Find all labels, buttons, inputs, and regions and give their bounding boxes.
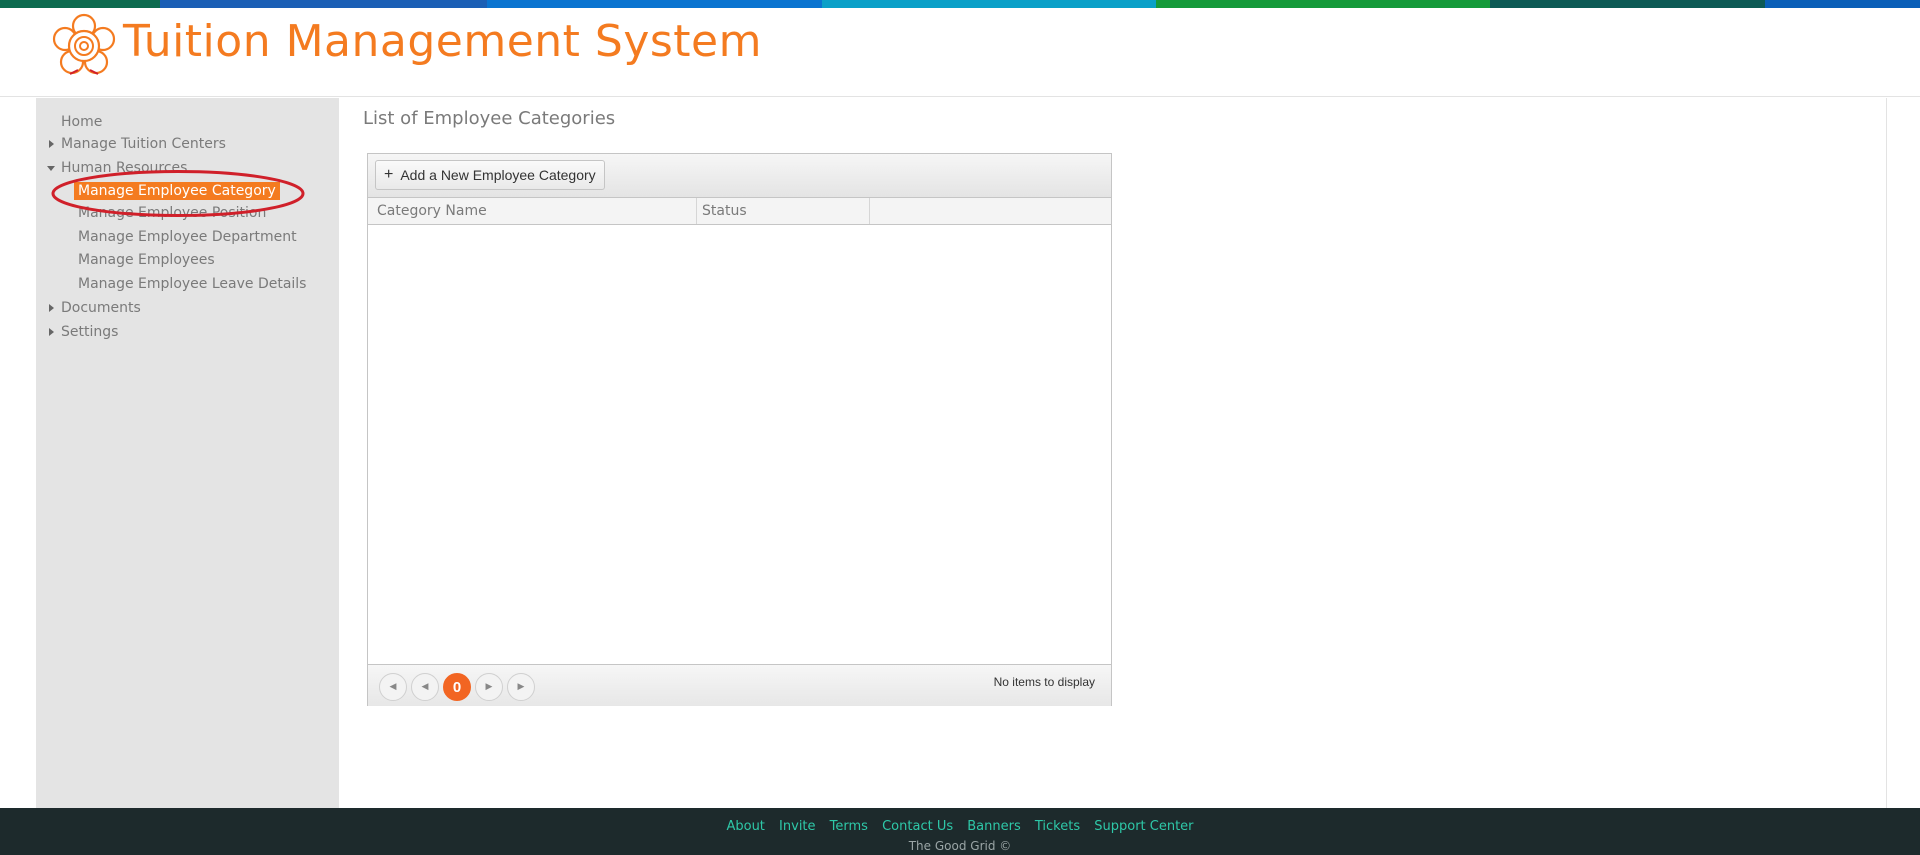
- grid-pager: ◀​ ◀ 0 ▶ ▶​ No items to display: [368, 664, 1111, 706]
- grid-toolbar: + Add a New Employee Category: [368, 154, 1111, 198]
- arrow-right-icon[interactable]: [49, 304, 54, 312]
- sidebar-item-manage-tuition-centers[interactable]: Manage Tuition Centers: [61, 136, 226, 152]
- add-button-label: Add a New Employee Category: [400, 167, 596, 183]
- footer-copyright: The Good Grid ©: [908, 839, 1012, 853]
- sidebar-item-home[interactable]: Home: [61, 114, 102, 130]
- app-title: Tuition Management System: [123, 16, 762, 67]
- arrow-right-icon[interactable]: [49, 328, 54, 336]
- footer-link-invite[interactable]: Invite: [779, 819, 815, 834]
- next-page-icon[interactable]: ▶: [475, 673, 503, 701]
- footer: About Invite Terms Contact Us Banners Ti…: [0, 808, 1920, 855]
- main-content: List of Employee Categories + Add a New …: [339, 98, 1887, 808]
- pager-current-page[interactable]: 0: [443, 673, 471, 701]
- footer-link-about[interactable]: About: [726, 819, 764, 834]
- plus-icon: +: [384, 166, 394, 183]
- sidebar-item-documents[interactable]: Documents: [61, 300, 141, 316]
- top-color-stripe: [0, 0, 1920, 8]
- sidebar-item-settings[interactable]: Settings: [61, 324, 118, 340]
- add-employee-category-button[interactable]: + Add a New Employee Category: [375, 160, 605, 190]
- prev-page-icon[interactable]: ◀: [411, 673, 439, 701]
- employee-category-grid: + Add a New Employee Category Category N…: [367, 153, 1112, 706]
- last-page-icon[interactable]: ▶​: [507, 673, 535, 701]
- pager-info: No items to display: [993, 675, 1095, 689]
- page-title: List of Employee Categories: [363, 108, 616, 129]
- first-page-icon[interactable]: ◀​: [379, 673, 407, 701]
- footer-link-tickets[interactable]: Tickets: [1035, 819, 1080, 834]
- grid-header: Category Name Status: [368, 198, 1111, 225]
- column-header-category-name[interactable]: Category Name: [368, 198, 697, 224]
- arrow-right-icon[interactable]: [49, 140, 54, 148]
- sidebar-item-manage-employee-department[interactable]: Manage Employee Department: [78, 229, 297, 245]
- footer-link-support-center[interactable]: Support Center: [1094, 819, 1193, 834]
- flower-logo-icon[interactable]: [48, 10, 120, 82]
- app-header: Tuition Management System: [0, 8, 1920, 97]
- footer-link-terms[interactable]: Terms: [830, 819, 868, 834]
- grid-body: [368, 225, 1111, 661]
- column-header-status[interactable]: Status: [697, 198, 870, 224]
- sidebar-item-manage-employees[interactable]: Manage Employees: [78, 252, 215, 268]
- footer-link-contact-us[interactable]: Contact Us: [882, 819, 953, 834]
- sidebar-item-manage-employee-leave-details[interactable]: Manage Employee Leave Details: [78, 276, 306, 292]
- footer-link-banners[interactable]: Banners: [967, 819, 1020, 834]
- footer-links: About Invite Terms Contact Us Banners Ti…: [0, 819, 1920, 834]
- annotation-ellipse: [51, 170, 305, 217]
